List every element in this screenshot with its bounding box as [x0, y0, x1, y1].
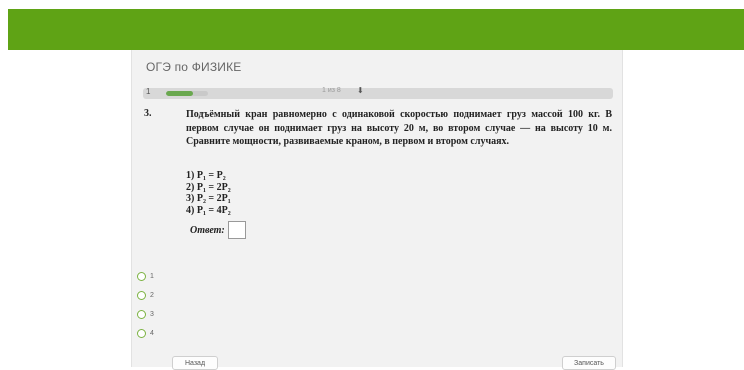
progress-fill: [166, 91, 194, 96]
submit-button[interactable]: Записать: [562, 356, 616, 370]
progress-track: [166, 91, 208, 96]
choice-item[interactable]: 4: [137, 324, 154, 343]
back-button[interactable]: Назад: [172, 356, 218, 370]
choice-label: 3: [150, 311, 154, 318]
choice-item[interactable]: 2: [137, 286, 154, 305]
progress-text: 1 из 8: [322, 87, 341, 94]
progress-number: 1: [146, 87, 151, 96]
question-number: 3.: [144, 108, 152, 119]
choice-label: 4: [150, 330, 154, 337]
answer-label: Ответ:: [190, 224, 225, 236]
radio-button[interactable]: [137, 291, 146, 300]
answer-input[interactable]: [227, 221, 246, 239]
test-card: ОГЭ по ФИЗИКЕ 1 1 из 8 ⬇ 3. Подъёмный кр…: [131, 50, 623, 370]
question-text: Подъёмный кран равномерно с одинаковой с…: [186, 109, 612, 147]
option-item: 4) P₁ = 4P₂: [186, 204, 231, 216]
radio-button[interactable]: [137, 329, 146, 338]
arrow-down-icon[interactable]: ⬇: [357, 86, 364, 95]
option-list: 1) P₁ = P₂ 2) P₁ = 2P₂ 3) P₂ = 2P₁ 4) P₁…: [186, 170, 231, 216]
answer-row: Ответ:: [190, 221, 246, 239]
choice-label: 2: [150, 292, 154, 299]
page-title: ОГЭ по ФИЗИКЕ: [146, 60, 242, 74]
choice-label: 1: [150, 273, 154, 280]
choice-item[interactable]: 1: [137, 267, 154, 286]
radio-button[interactable]: [137, 272, 146, 281]
option-item: 3) P₂ = 2P₁: [186, 193, 231, 204]
choice-list: 1 2 3 4: [137, 267, 154, 343]
progress-bar: 1 1 из 8 ⬇: [143, 86, 613, 99]
radio-button[interactable]: [137, 310, 146, 319]
option-item: 2) P₁ = 2P₂: [186, 181, 231, 193]
option-item: 1) P₁ = P₂: [186, 170, 226, 181]
choice-item[interactable]: 3: [137, 305, 154, 324]
top-banner: [8, 9, 744, 50]
